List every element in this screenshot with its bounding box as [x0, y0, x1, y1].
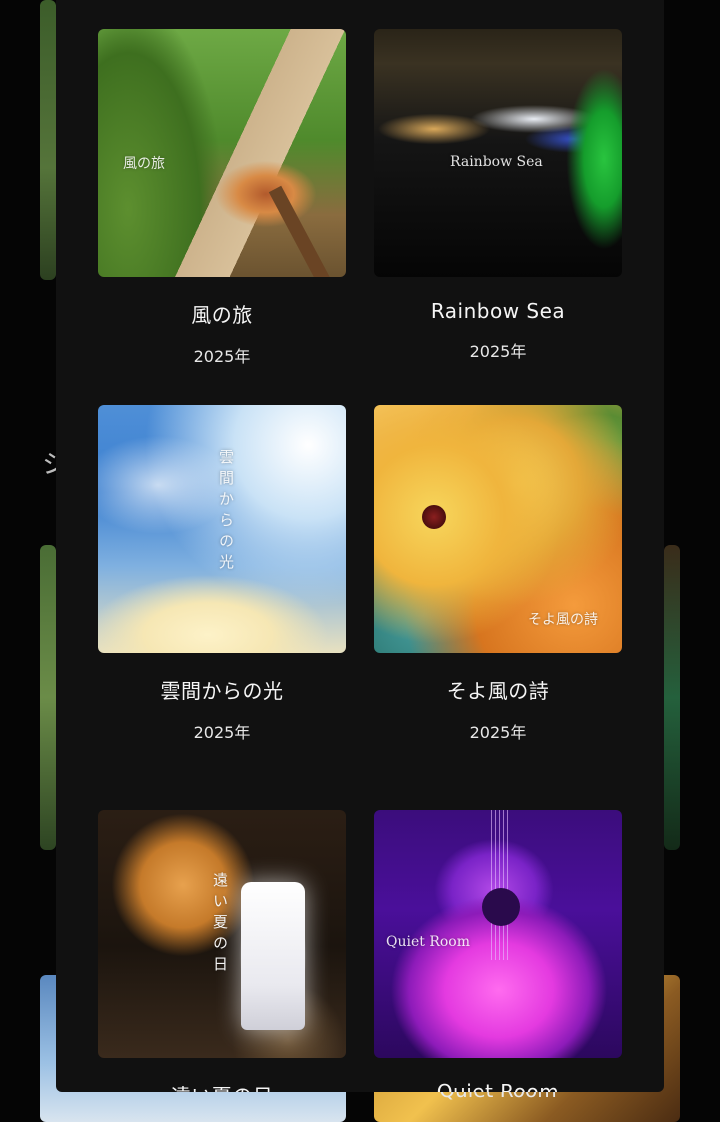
album-card[interactable]: Rainbow Sea Rainbow Sea 2025年 [374, 29, 622, 362]
cover-title-text: Quiet Room [386, 934, 471, 950]
cover-title-text: そよ風の詩 [528, 612, 598, 628]
background-album-cover [40, 0, 56, 280]
album-title[interactable]: Rainbow Sea [374, 299, 622, 323]
cover-title-text: Rainbow Sea [450, 154, 543, 170]
album-cover[interactable]: そよ風の詩 [374, 405, 622, 653]
album-year: 2025年 [193, 723, 251, 742]
album-cover[interactable]: 遠い夏の日 [98, 810, 346, 1058]
album-title[interactable]: 雲間からの光 [98, 675, 346, 704]
album-card[interactable]: 雲間からの光 雲間からの光 2025年 [98, 405, 346, 743]
album-year: 2025年 [469, 723, 527, 742]
album-card[interactable]: 風の旅 風の旅 2025年 [98, 29, 346, 367]
album-cover[interactable]: Rainbow Sea [374, 29, 622, 277]
background-album-cover [664, 545, 680, 850]
album-cover[interactable]: 雲間からの光 [98, 405, 346, 653]
album-title[interactable]: 風の旅 [98, 299, 346, 328]
album-year: 2025年 [469, 342, 527, 361]
flower-center-illustration [422, 505, 446, 529]
background-album-cover [40, 545, 56, 850]
album-cover[interactable]: Quiet Room [374, 810, 622, 1058]
cover-title-text: 遠い夏の日 [211, 872, 229, 977]
guitar-strings-illustration [491, 810, 511, 960]
album-title[interactable]: Quiet Room [374, 1080, 622, 1092]
guitar-soundhole-illustration [482, 888, 520, 926]
album-card[interactable]: 遠い夏の日 遠い夏の日 [98, 810, 346, 1092]
lamp-illustration [241, 882, 305, 1030]
album-list-modal: 風の旅 風の旅 2025年 Rainbow Sea Rainbow Sea 20… [56, 0, 664, 1092]
album-title[interactable]: 遠い夏の日 [98, 1080, 346, 1092]
cover-title-text: 雲間からの光 [217, 449, 235, 575]
album-cover[interactable]: 風の旅 [98, 29, 346, 277]
album-card[interactable]: Quiet Room Quiet Room [374, 810, 622, 1092]
album-year: 2025年 [193, 347, 251, 366]
cover-title-text: 風の旅 [123, 156, 165, 172]
album-title[interactable]: そよ風の詩 [374, 675, 622, 704]
album-card[interactable]: そよ風の詩 そよ風の詩 2025年 [374, 405, 622, 743]
guitar-neck-illustration [268, 185, 338, 277]
